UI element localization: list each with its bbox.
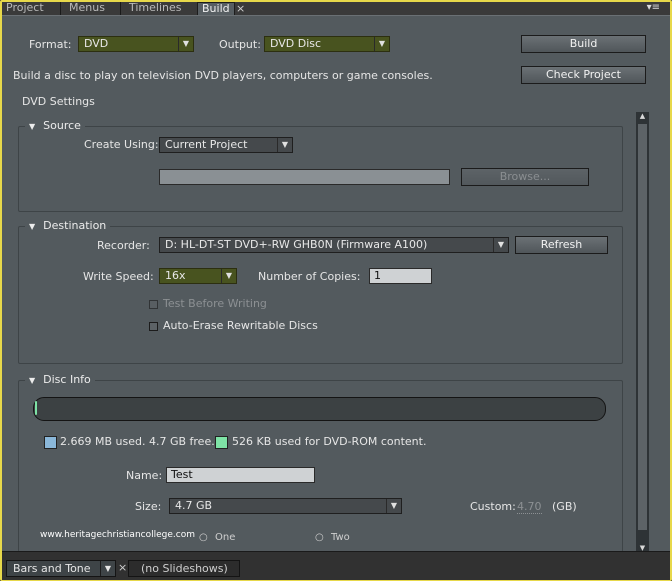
auto-erase-checkbox[interactable] xyxy=(149,322,158,331)
destination-group: ▼ Destination Recorder: D: HL-DT-ST DVD+-… xyxy=(18,219,623,364)
disc-name-input[interactable]: Test xyxy=(166,467,315,483)
output-dropdown[interactable]: DVD Disc ▼ xyxy=(264,36,390,52)
radio-one-icon[interactable]: ○ xyxy=(199,532,208,543)
destination-title: Destination xyxy=(43,219,107,232)
disc-info-group: ▼ Disc Info 2.669 MB used. 4.7 GB free. 5… xyxy=(18,373,623,552)
create-using-label: Create Using: xyxy=(84,138,159,151)
watermark: www.heritagechristiancollege.com xyxy=(40,530,195,540)
custom-size-unit: (GB) xyxy=(552,500,577,513)
tab-project[interactable]: Project xyxy=(6,2,44,15)
write-speed-label: Write Speed: xyxy=(83,270,154,283)
destination-group-header[interactable]: ▼ Destination xyxy=(25,219,111,232)
layer-two-label: Two xyxy=(331,532,350,543)
output-value: DVD Disc xyxy=(270,37,322,50)
build-description: Build a disc to play on television DVD p… xyxy=(13,69,433,82)
bars-and-tone-label: Bars and Tone xyxy=(13,562,91,575)
tab-build-close-icon[interactable]: × xyxy=(236,2,245,15)
format-value: DVD xyxy=(84,37,109,50)
refresh-button[interactable]: Refresh xyxy=(515,236,608,254)
source-group-header[interactable]: ▼ Source xyxy=(25,119,85,132)
create-using-dropdown[interactable]: Current Project ▼ xyxy=(159,137,293,153)
chevron-down-icon: ▼ xyxy=(221,269,236,283)
browse-button[interactable]: Browse... xyxy=(461,168,589,186)
format-dropdown[interactable]: DVD ▼ xyxy=(78,36,194,52)
disc-size-label: Size: xyxy=(135,500,162,513)
disc-size-value: 4.7 GB xyxy=(175,499,213,512)
recorder-dropdown[interactable]: D: HL-DT-ST DVD+-RW GHB0N (Firmware A100… xyxy=(159,237,509,253)
layer-one-label: One xyxy=(215,532,236,543)
radio-two-icon[interactable]: ○ xyxy=(315,532,324,543)
bottom-tab-bar: Bars and Tone ▼ × (no Slideshows) xyxy=(2,551,670,580)
custom-size-label: Custom: xyxy=(470,500,516,513)
panel-menu-icon[interactable]: ▾≡ xyxy=(647,2,660,13)
collapse-triangle-icon: ▼ xyxy=(29,376,36,385)
chevron-down-icon: ▼ xyxy=(277,138,292,152)
disc-info-title: Disc Info xyxy=(43,373,91,386)
chevron-down-icon: ▼ xyxy=(386,499,401,513)
test-before-writing-checkbox[interactable] xyxy=(149,300,158,309)
bars-and-tone-tab[interactable]: Bars and Tone ▼ xyxy=(6,560,116,577)
recorder-value: D: HL-DT-ST DVD+-RW GHB0N (Firmware A100… xyxy=(165,238,428,251)
collapse-triangle-icon: ▼ xyxy=(29,222,36,231)
format-label: Format: xyxy=(29,38,72,51)
source-group: ▼ Source Create Using: Current Project ▼ … xyxy=(18,119,623,212)
scroll-thumb[interactable] xyxy=(638,124,647,530)
write-speed-dropdown[interactable]: 16x ▼ xyxy=(159,268,237,284)
dvd-rom-text: 526 KB used for DVD-ROM content. xyxy=(232,435,427,448)
create-using-value: Current Project xyxy=(165,138,248,151)
chevron-down-icon: ▼ xyxy=(178,37,193,51)
chevron-down-icon: ▼ xyxy=(493,238,508,252)
disc-size-dropdown[interactable]: 4.7 GB ▼ xyxy=(169,498,402,514)
build-panel: Format: DVD ▼ Output: DVD Disc ▼ Build C… xyxy=(2,15,670,552)
collapse-triangle-icon: ▼ xyxy=(29,122,36,131)
panel-tab-strip: Project Menus Timelines Build × ▾≡ xyxy=(2,2,670,15)
disc-info-group-header[interactable]: ▼ Disc Info xyxy=(25,373,95,386)
tab-build[interactable]: Build xyxy=(197,2,235,15)
chevron-down-icon: ▼ xyxy=(374,37,389,51)
disc-used-text: 2.669 MB used. 4.7 GB free. xyxy=(60,435,215,448)
bars-and-tone-close-icon[interactable]: × xyxy=(118,560,127,577)
test-before-writing-label: Test Before Writing xyxy=(163,297,267,310)
disc-name-label: Name: xyxy=(126,469,163,482)
source-title: Source xyxy=(43,119,81,132)
tab-menus[interactable]: Menus xyxy=(60,2,105,15)
recorder-label: Recorder: xyxy=(97,239,150,252)
rom-color-swatch xyxy=(215,436,228,449)
dvd-settings-heading: DVD Settings xyxy=(22,95,95,108)
disc-usage-fill xyxy=(35,401,37,415)
auto-erase-label: Auto-Erase Rewritable Discs xyxy=(163,319,318,332)
output-label: Output: xyxy=(219,38,261,51)
source-path-field[interactable] xyxy=(159,169,450,185)
tab-timelines[interactable]: Timelines xyxy=(120,2,182,15)
number-of-copies-input[interactable]: 1 xyxy=(369,268,432,284)
vertical-scrollbar[interactable]: ▲ ▼ xyxy=(636,112,649,552)
build-button[interactable]: Build xyxy=(521,35,646,53)
number-of-copies-label: Number of Copies: xyxy=(258,270,361,283)
chevron-down-icon[interactable]: ▼ xyxy=(100,561,115,576)
used-color-swatch xyxy=(44,436,57,449)
disc-usage-bar xyxy=(33,397,606,421)
scroll-up-icon[interactable]: ▲ xyxy=(636,112,649,120)
check-project-button[interactable]: Check Project xyxy=(521,66,646,84)
write-speed-value: 16x xyxy=(165,269,186,282)
slideshows-tab[interactable]: (no Slideshows) xyxy=(128,560,240,577)
custom-size-value[interactable]: 4.70 xyxy=(517,500,542,514)
